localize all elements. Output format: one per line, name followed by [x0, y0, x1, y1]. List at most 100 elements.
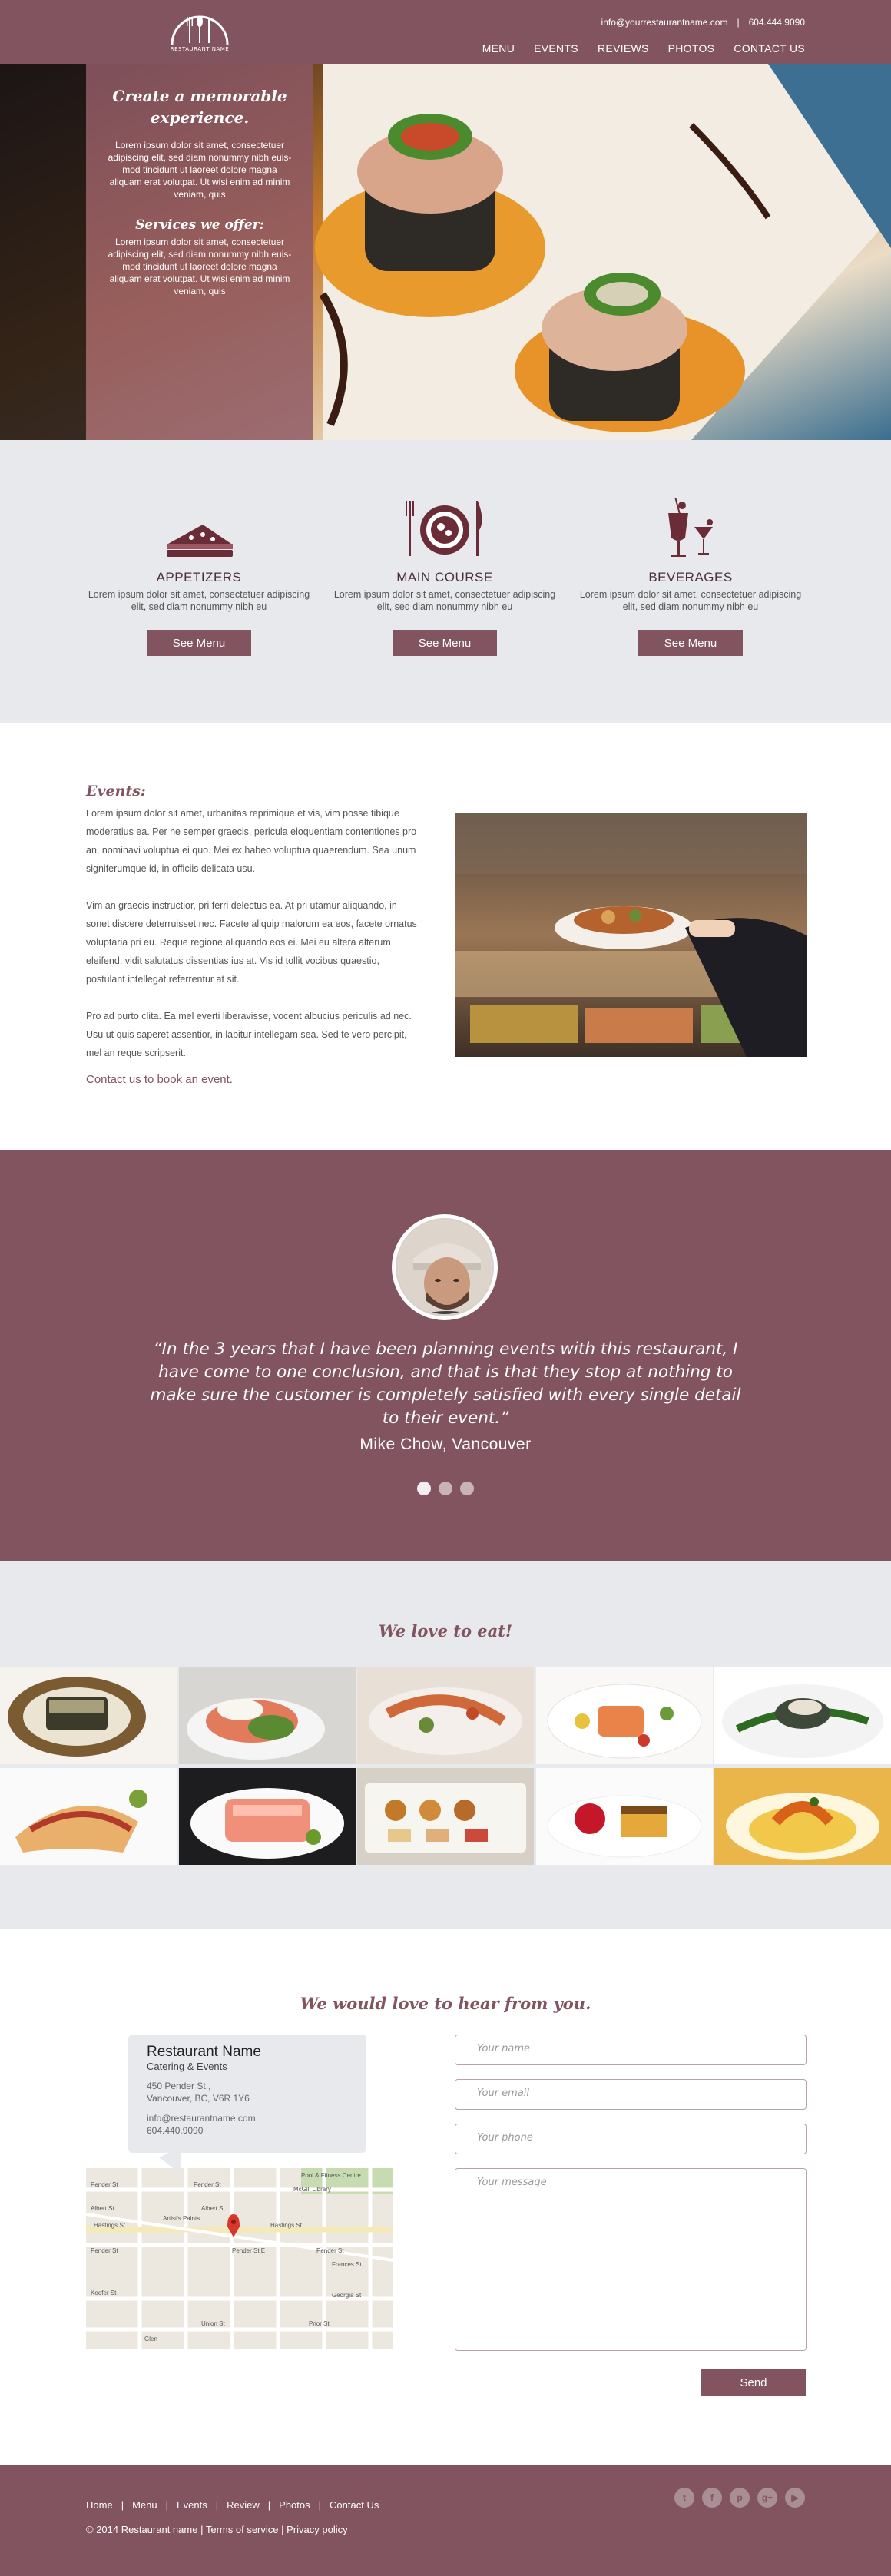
book-event-link[interactable]: Contact us to book an event.	[86, 1073, 233, 1086]
testimonial-quote: “In the 3 years that I have been plannin…	[150, 1339, 741, 1428]
footer-separator: |	[318, 2499, 322, 2511]
events-paragraph-1: Lorem ipsum dolor sit amet, urbanitas re…	[86, 808, 417, 874]
gallery-photo[interactable]	[714, 1667, 891, 1764]
message-field[interactable]: Your message	[455, 2168, 807, 2351]
footer-link-menu[interactable]: Menu	[132, 2499, 157, 2511]
sandwich-icon	[88, 498, 310, 559]
gallery-photo[interactable]	[0, 1768, 177, 1865]
map-label-hastings-st: Hastings St	[94, 2222, 126, 2229]
social-links: t f p g+ ▶	[674, 2488, 805, 2508]
map-label-pool: Pool & Fitness Centre	[301, 2172, 361, 2179]
google-plus-icon[interactable]: g+	[757, 2488, 777, 2508]
terms-link[interactable]: Terms of service	[206, 2524, 279, 2535]
restaurant-logo[interactable]: RESTAURANT NAME	[165, 8, 234, 54]
footer-separator: |	[281, 2524, 284, 2535]
category-title: BEVERAGES	[648, 570, 733, 584]
card-contact: info@restaurantname.com 604.440.9090	[147, 2112, 348, 2137]
hero-body: Lorem ipsum dolor sit amet, consectetuer…	[108, 140, 292, 200]
map-label-hastings-st-2: Hastings St	[270, 2222, 303, 2229]
pager-dot[interactable]	[417, 1482, 431, 1495]
header-separator: |	[737, 17, 740, 28]
category-text: Lorem ipsum dolor sit amet, consectetuer…	[88, 589, 310, 612]
send-button[interactable]: Send	[701, 2369, 806, 2396]
services-heading: Services we offer:	[135, 217, 264, 233]
contact-section: We would love to hear from you. Pender S…	[0, 1929, 891, 2465]
events-paragraph-3: Pro ad purto clita. Ea mel everti libera…	[86, 1011, 412, 1058]
copyright-text: © 2014 Restaurant name	[86, 2524, 198, 2535]
email-field[interactable]: Your email	[455, 2079, 807, 2110]
copyright-line: © 2014 Restaurant name | Terms of servic…	[86, 2524, 348, 2535]
header-contact: info@yourrestaurantname.com | 604.444.9090	[601, 17, 805, 28]
category-main-course: MAIN COURSE Lorem ipsum dolor sit amet, …	[333, 498, 556, 656]
footer-separator: |	[200, 2524, 204, 2535]
category-title: APPETIZERS	[156, 570, 242, 584]
see-menu-main-course-button[interactable]: See Menu	[393, 630, 497, 656]
nav-events[interactable]: EVENTS	[534, 42, 578, 55]
logo-mark-icon	[171, 15, 229, 45]
contact-heading: We would love to hear from you.	[300, 1994, 591, 2013]
testimonial-section: “In the 3 years that I have been plannin…	[0, 1150, 891, 1561]
pager-dot[interactable]	[460, 1482, 474, 1495]
map-label-pender-st-3: Pender St	[91, 2247, 118, 2254]
phone-field[interactable]: Your phone	[455, 2124, 807, 2154]
map-label-albert-st: Albert St	[91, 2205, 114, 2212]
hero-section: Create a memorable experience. Lorem ips…	[0, 64, 891, 440]
category-text: Lorem ipsum dolor sit amet, consectetuer…	[579, 589, 802, 612]
map-label-georgia-st: Georgia St	[332, 2292, 362, 2299]
footer-link-home[interactable]: Home	[86, 2499, 113, 2511]
events-section: Events: Lorem ipsum dolor sit amet, urba…	[0, 723, 891, 1150]
map-label-pender-st: Pender St	[91, 2181, 118, 2188]
nav-reviews[interactable]: REVIEWS	[598, 42, 649, 55]
main-nav: MENU EVENTS REVIEWS PHOTOS CONTACT US	[482, 42, 805, 55]
card-address-line-1: 450 Pender St.,	[147, 2081, 211, 2091]
header-email-link[interactable]: info@yourrestaurantname.com	[601, 17, 728, 28]
gallery-photo[interactable]	[357, 1768, 534, 1865]
map-label-prior-st: Prior St	[309, 2320, 330, 2327]
nav-contact-us[interactable]: CONTACT US	[734, 42, 805, 55]
nav-menu[interactable]: MENU	[482, 42, 515, 55]
card-restaurant-name: Restaurant Name	[147, 2044, 261, 2060]
footer-link-photos[interactable]: Photos	[279, 2499, 310, 2511]
card-phone: 604.440.9090	[147, 2125, 204, 2136]
gallery-photo[interactable]	[178, 1768, 356, 1865]
card-subtitle: Catering & Events	[147, 2061, 227, 2072]
gallery-heading: We love to eat!	[378, 1621, 513, 1641]
photo-grid	[0, 1667, 891, 1865]
twitter-icon[interactable]: t	[674, 2488, 694, 2508]
nav-photos[interactable]: PHOTOS	[668, 42, 715, 55]
name-field[interactable]: Your name	[455, 2035, 807, 2065]
see-menu-appetizers-button[interactable]: See Menu	[147, 630, 251, 656]
reviewer-avatar	[392, 1214, 498, 1320]
footer-link-events[interactable]: Events	[177, 2499, 207, 2511]
logo-text: RESTAURANT NAME	[170, 46, 230, 52]
footer-link-review[interactable]: Review	[227, 2499, 260, 2511]
gallery-photo[interactable]	[535, 1768, 713, 1865]
events-buffet-photo	[455, 813, 807, 1057]
gallery-photo[interactable]	[535, 1667, 713, 1764]
plate-cutlery-icon	[333, 498, 556, 559]
hero-text-panel: Create a memorable experience. Lorem ips…	[86, 64, 313, 440]
map-label-pender-st-e: Pender St E	[232, 2247, 265, 2254]
location-map[interactable]: Pender St Pender St Pool & Fitness Centr…	[86, 2168, 393, 2349]
map-label-artists-paints: Artist's Paints	[163, 2215, 200, 2222]
footer-separator: |	[121, 2499, 124, 2511]
pinterest-icon[interactable]: p	[730, 2488, 750, 2508]
map-label-pender-st-2: Pender St	[194, 2181, 221, 2188]
gallery-photo[interactable]	[178, 1667, 356, 1764]
gallery-photo[interactable]	[357, 1667, 534, 1764]
footer-link-contact-us[interactable]: Contact Us	[330, 2499, 379, 2511]
map-label-albert-st-2: Albert St	[201, 2205, 225, 2212]
see-menu-beverages-button[interactable]: See Menu	[638, 630, 743, 656]
facebook-icon[interactable]: f	[702, 2488, 722, 2508]
gallery-photo[interactable]	[714, 1768, 891, 1865]
events-text: Lorem ipsum dolor sit amet, urbanitas re…	[86, 804, 418, 1081]
map-label-keefer-st: Keefer St	[91, 2290, 117, 2296]
privacy-link[interactable]: Privacy policy	[287, 2524, 347, 2535]
header-phone: 604.444.9090	[748, 17, 805, 28]
address-card: Restaurant Name Catering & Events 450 Pe…	[128, 2035, 366, 2153]
youtube-icon[interactable]: ▶	[785, 2488, 805, 2508]
gallery-photo[interactable]	[0, 1667, 177, 1764]
card-email[interactable]: info@restaurantname.com	[147, 2112, 348, 2124]
hero-heading: Create a memorable experience.	[112, 87, 287, 127]
pager-dot[interactable]	[439, 1482, 452, 1495]
